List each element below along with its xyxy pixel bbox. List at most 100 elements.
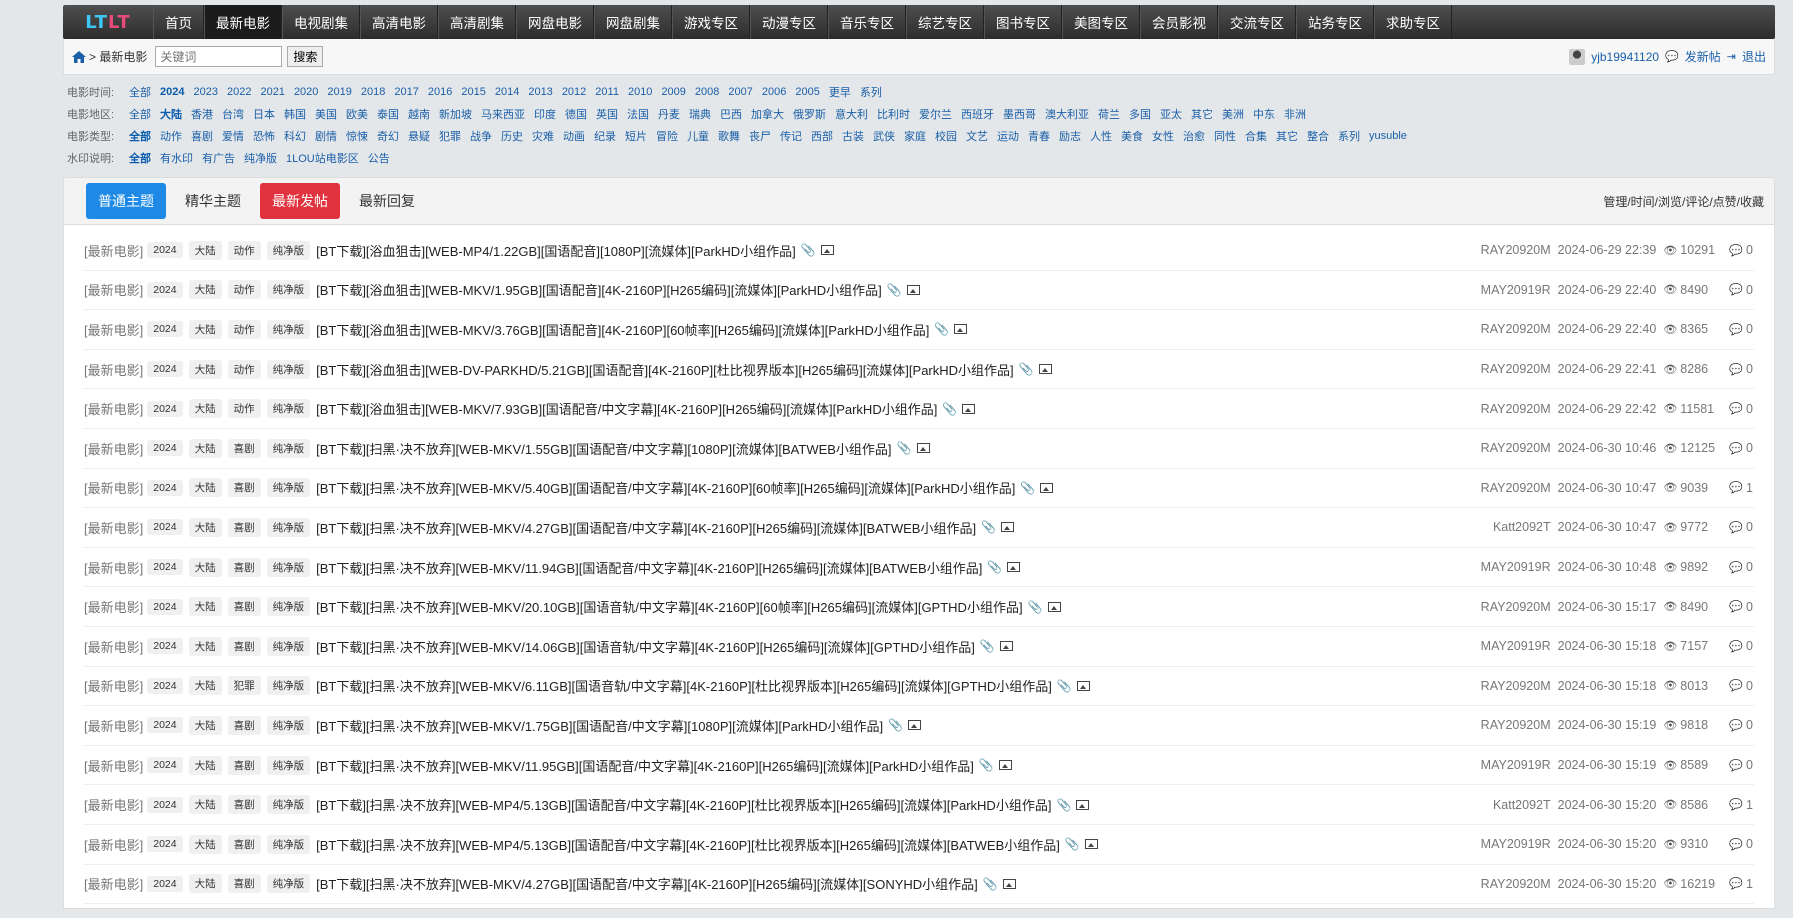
username-link[interactable]: yjb19941120	[1591, 50, 1659, 64]
filter-option[interactable]: 更早	[829, 84, 851, 100]
filter-option[interactable]: 短片	[625, 128, 647, 144]
nav-item[interactable]: 交流专区	[1218, 5, 1296, 39]
filter-option[interactable]: 惊悚	[346, 128, 368, 144]
filter-option[interactable]: 加拿大	[751, 106, 784, 122]
filter-option[interactable]: 科幻	[284, 128, 306, 144]
tab-latest-replies[interactable]: 最新回复	[347, 183, 427, 219]
filter-option[interactable]: 2023	[193, 86, 217, 98]
table-row[interactable]: [最新电影] 2024 大陆 喜剧 纯净版 [BT下载][扫黑·决不放弃][WEB-MKV…	[84, 627, 1754, 667]
tag-year[interactable]: 2024	[147, 281, 183, 298]
table-row[interactable]: [最新电影] 2024 大陆 喜剧 纯净版 [BT下载][扫黑·决不放弃][WEB-MKV…	[84, 706, 1754, 746]
table-row[interactable]: [最新电影] 2024 大陆 犯罪 纯净版 [BT下载][扫黑·决不放弃][WEB-MKV…	[84, 667, 1754, 707]
tag-version[interactable]: 纯净版	[266, 597, 311, 617]
logout-link[interactable]: 退出	[1742, 48, 1766, 65]
tag-version[interactable]: 纯净版	[266, 399, 311, 419]
table-row[interactable]: [最新电影] 2024 大陆 动作 纯净版 [BT下载][浴血狙击][WEB-MKV/3.…	[84, 310, 1754, 350]
tag-region[interactable]: 大陆	[188, 834, 222, 854]
tab-latest-posts[interactable]: 最新发帖	[260, 183, 340, 219]
thread-title[interactable]: [BT下载][扫黑·决不放弃][WEB-MKV/20.10GB][国语音轨/中文…	[316, 597, 1022, 616]
thread-author[interactable]: RAY20920M	[1481, 718, 1551, 732]
nav-item[interactable]: 首页	[153, 5, 204, 39]
tag-genre[interactable]: 喜剧	[227, 597, 261, 617]
new-post-link[interactable]: 发新帖	[1685, 48, 1721, 65]
filter-option[interactable]: 有广告	[202, 150, 235, 166]
filter-option[interactable]: 大陆	[160, 106, 182, 122]
tag-year[interactable]: 2024	[147, 400, 183, 417]
filter-option[interactable]: 2008	[695, 86, 719, 98]
tag-genre[interactable]: 犯罪	[227, 676, 261, 696]
filter-option[interactable]: 动画	[563, 128, 585, 144]
tag-year[interactable]: 2024	[147, 757, 183, 774]
filter-option[interactable]: 2005	[795, 86, 819, 98]
tag-year[interactable]: 2024	[147, 361, 183, 378]
thread-author[interactable]: MAY20919R	[1481, 283, 1551, 297]
thread-author[interactable]: MAY20919R	[1481, 639, 1551, 653]
filter-option[interactable]: 歌舞	[718, 128, 740, 144]
thread-author[interactable]: Katt2092T	[1493, 520, 1551, 534]
tag-year[interactable]: 2024	[147, 677, 183, 694]
thread-category[interactable]: [最新电影]	[84, 280, 143, 299]
nav-item[interactable]: 图书专区	[984, 5, 1062, 39]
table-row[interactable]: [最新电影] 2024 大陆 喜剧 纯净版 [BT下载][扫黑·决不放弃][WEB-MP4…	[84, 825, 1754, 865]
tag-region[interactable]: 大陆	[188, 597, 222, 617]
filter-option[interactable]: 全部	[129, 106, 151, 122]
search-button[interactable]: 搜索	[287, 46, 324, 67]
tag-region[interactable]: 大陆	[188, 676, 222, 696]
table-row[interactable]: [最新电影] 2024 大陆 喜剧 纯净版 [BT下载][扫黑·决不放弃][WEB-MP4…	[84, 785, 1754, 825]
thread-author[interactable]: RAY20920M	[1481, 481, 1551, 495]
table-row[interactable]: [最新电影] 2024 大陆 喜剧 纯净版 [BT下载][扫黑·决不放弃][WEB-MKV…	[84, 548, 1754, 588]
tag-genre[interactable]: 喜剧	[227, 478, 261, 498]
filter-option[interactable]: 2015	[461, 86, 485, 98]
filter-option[interactable]: 家庭	[904, 128, 926, 144]
thread-title[interactable]: [BT下载][扫黑·决不放弃][WEB-MKV/1.55GB][国语配音/中文字…	[316, 439, 891, 458]
thread-author[interactable]: RAY20920M	[1481, 362, 1551, 376]
table-row[interactable]: [最新电影] 2024 大陆 动作 纯净版 [BT下载][浴血狙击][WEB-DV-PAR…	[84, 350, 1754, 390]
tag-genre[interactable]: 动作	[227, 240, 261, 260]
thread-title[interactable]: [BT下载][浴血狙击][WEB-MKV/3.76GB][国语配音][4K-21…	[316, 320, 929, 339]
nav-item[interactable]: 综艺专区	[906, 5, 984, 39]
thread-category[interactable]: [最新电影]	[84, 835, 143, 854]
thread-title[interactable]: [BT下载][扫黑·决不放弃][WEB-MKV/11.95GB][国语配音/中文…	[316, 756, 974, 775]
tag-genre[interactable]: 喜剧	[227, 636, 261, 656]
filter-option[interactable]: 美洲	[1222, 106, 1244, 122]
nav-item[interactable]: 高清电影	[360, 5, 438, 39]
tag-year[interactable]: 2024	[147, 875, 183, 892]
tag-year[interactable]: 2024	[147, 440, 183, 457]
tag-region[interactable]: 大陆	[188, 874, 222, 894]
filter-option[interactable]: 全部	[129, 84, 151, 100]
filter-option[interactable]: 台湾	[222, 106, 244, 122]
filter-option[interactable]: 有水印	[160, 150, 193, 166]
filter-option[interactable]: 爱尔兰	[919, 106, 952, 122]
nav-item[interactable]: 游戏专区	[672, 5, 750, 39]
thread-category[interactable]: [最新电影]	[84, 795, 143, 814]
thread-author[interactable]: RAY20920M	[1481, 402, 1551, 416]
thread-category[interactable]: [最新电影]	[84, 478, 143, 497]
table-row[interactable]: [最新电影] 2024 大陆 动作 纯净版 [BT下载][浴血狙击][WEB-MKV/1.…	[84, 271, 1754, 311]
filter-option[interactable]: 荷兰	[1098, 106, 1120, 122]
tag-region[interactable]: 大陆	[188, 280, 222, 300]
nav-item[interactable]: 美图专区	[1062, 5, 1140, 39]
filter-option[interactable]: 2006	[762, 86, 786, 98]
thread-title[interactable]: [BT下载][浴血狙击][WEB-DV-PARKHD/5.21GB][国语配音]…	[316, 360, 1014, 379]
filter-option[interactable]: 系列	[1338, 128, 1360, 144]
tag-region[interactable]: 大陆	[188, 557, 222, 577]
thread-author[interactable]: RAY20920M	[1481, 600, 1551, 614]
tag-year[interactable]: 2024	[147, 717, 183, 734]
filter-option[interactable]: 2022	[227, 86, 251, 98]
thread-title[interactable]: [BT下载][扫黑·决不放弃][WEB-MP4/5.13GB][国语配音/中文字…	[316, 835, 1060, 854]
filter-option[interactable]: 澳大利亚	[1045, 106, 1089, 122]
tag-version[interactable]: 纯净版	[266, 478, 311, 498]
sort-options[interactable]: 管理/时间/浏览/评论/点赞/收藏	[1603, 193, 1764, 210]
filter-option[interactable]: 冒险	[656, 128, 678, 144]
filter-option[interactable]: 战争	[470, 128, 492, 144]
filter-option[interactable]: 纪录	[594, 128, 616, 144]
filter-option[interactable]: 全部	[129, 150, 151, 166]
filter-option[interactable]: 丹麦	[658, 106, 680, 122]
site-logo[interactable]: LT LT	[63, 5, 153, 39]
tag-genre[interactable]: 喜剧	[227, 715, 261, 735]
filter-option[interactable]: 灾难	[532, 128, 554, 144]
tag-genre[interactable]: 喜剧	[227, 834, 261, 854]
tag-version[interactable]: 纯净版	[266, 636, 311, 656]
filter-option[interactable]: 亚太	[1160, 106, 1182, 122]
filter-option[interactable]: 英国	[596, 106, 618, 122]
